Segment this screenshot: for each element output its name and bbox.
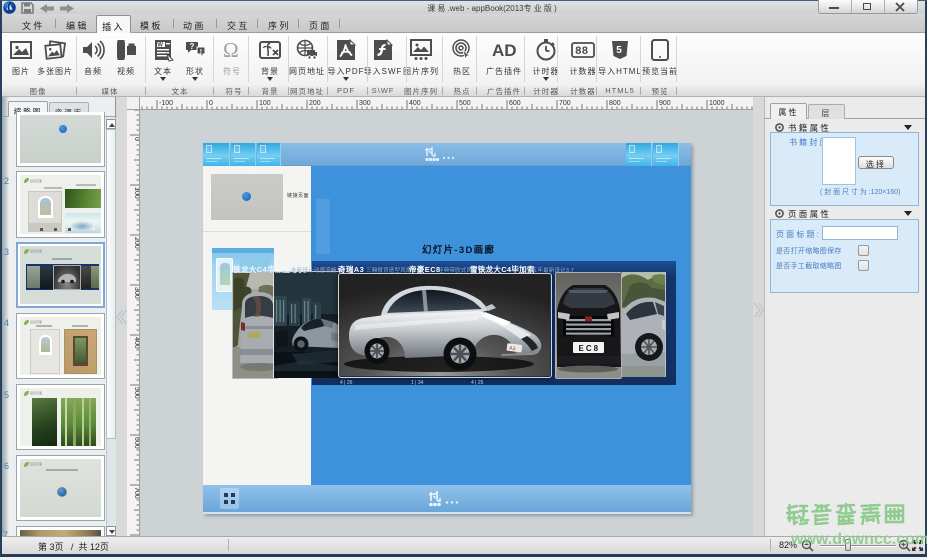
svg-text:5: 5 — [616, 45, 622, 56]
svg-text:200: 200 — [133, 237, 140, 249]
svg-text:1000: 1000 — [709, 100, 725, 107]
svg-text:600: 600 — [133, 437, 140, 449]
svg-text:?: ? — [190, 42, 195, 51]
svg-text:0: 0 — [133, 137, 140, 141]
svg-text:A3: A3 — [509, 345, 516, 352]
svg-text:EC8: EC8 — [579, 344, 601, 353]
svg-text:500: 500 — [133, 387, 140, 399]
svg-text:300: 300 — [133, 287, 140, 299]
svg-text:AD: AD — [492, 41, 516, 60]
svg-text:300: 300 — [359, 100, 371, 107]
svg-text:700: 700 — [133, 487, 140, 499]
svg-text:W: W — [157, 43, 163, 49]
svg-text:88: 88 — [575, 46, 589, 58]
svg-text:900: 900 — [659, 100, 671, 107]
svg-text:100: 100 — [259, 100, 271, 107]
svg-text:400: 400 — [133, 337, 140, 349]
svg-text:100: 100 — [133, 187, 140, 199]
svg-text:500: 500 — [459, 100, 471, 107]
svg-text:0: 0 — [209, 100, 213, 107]
svg-text:Ω: Ω — [223, 38, 239, 62]
svg-text:!: ! — [200, 49, 202, 56]
svg-text:400: 400 — [409, 100, 421, 107]
svg-text:200: 200 — [309, 100, 321, 107]
svg-text:-100: -100 — [159, 100, 173, 107]
svg-text:700: 700 — [559, 100, 571, 107]
svg-text:800: 800 — [609, 100, 621, 107]
svg-text:600: 600 — [509, 100, 521, 107]
